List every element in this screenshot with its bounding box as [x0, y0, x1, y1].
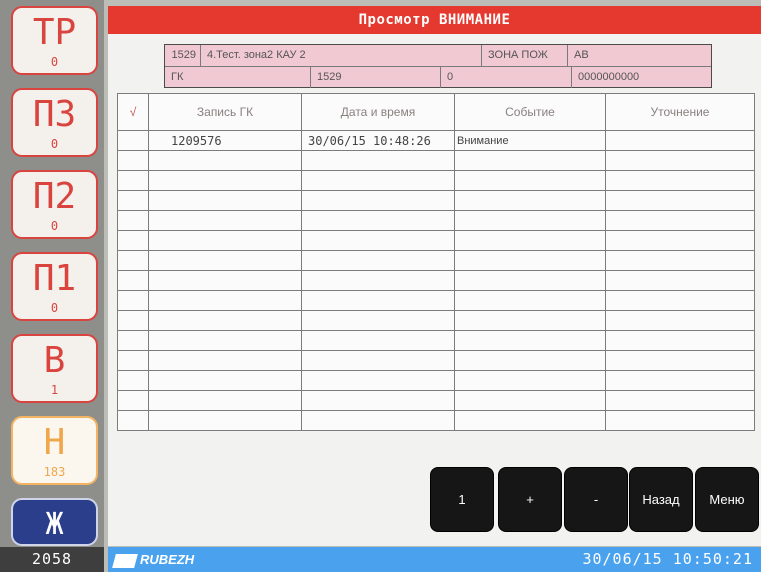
events-table: √ Запись ГК Дата и время Событие Уточнен…	[117, 93, 755, 431]
table-row-empty[interactable]	[117, 350, 755, 371]
journal-count: 2058	[0, 547, 104, 572]
status-code: П2	[32, 176, 77, 217]
status-code: Ж	[45, 507, 64, 542]
status-code: ТР	[32, 12, 77, 53]
menu-button[interactable]: Меню	[696, 468, 758, 531]
status-button-p2[interactable]: П2 0	[11, 170, 98, 239]
info-ab: АВ	[574, 49, 589, 61]
info-object-name: 4.Тест. зона2 КАУ 2	[201, 45, 482, 66]
status-count: 1	[50, 383, 59, 397]
table-row-empty[interactable]	[117, 250, 755, 271]
cell-detail	[605, 130, 755, 151]
status-code: П1	[32, 258, 77, 299]
status-count: 0	[50, 301, 59, 315]
logo-mark-icon	[112, 553, 138, 568]
status-bar: RUBEZH 30/06/15 10:50:21	[108, 547, 761, 572]
main-panel: Просмотр ВНИМАНИЕ 1529 4.Тест. зона2 КАУ…	[108, 6, 761, 546]
table-row-empty[interactable]	[117, 210, 755, 231]
table-row-empty[interactable]	[117, 330, 755, 351]
status-button-p1[interactable]: П1 0	[11, 252, 98, 321]
cell-event: Внимание	[454, 130, 606, 151]
table-row-empty[interactable]	[117, 390, 755, 411]
status-count: 0	[50, 55, 59, 69]
clock: 30/06/15 10:50:21	[582, 550, 753, 568]
status-button-zh[interactable]: Ж	[11, 498, 98, 546]
info-gk: ГК	[165, 67, 311, 88]
table-row-empty[interactable]	[117, 370, 755, 391]
status-count: 183	[43, 465, 66, 479]
header-record[interactable]: Запись ГК	[148, 93, 302, 131]
page-1-button[interactable]: 1	[431, 468, 493, 531]
header-detail[interactable]: Уточнение	[605, 93, 755, 131]
cell-check	[117, 130, 149, 151]
cell-record: 1209576	[148, 130, 302, 151]
page-title: Просмотр ВНИМАНИЕ	[108, 6, 761, 34]
logo-text: RUBEZH	[140, 552, 195, 567]
table-header-row: √ Запись ГК Дата и время Событие Уточнен…	[117, 93, 755, 131]
header-datetime[interactable]: Дата и время	[301, 93, 455, 131]
table-row-empty[interactable]	[117, 290, 755, 311]
header-check[interactable]: √	[117, 93, 149, 131]
status-button-v[interactable]: В 1	[11, 334, 98, 403]
table-row-empty[interactable]	[117, 150, 755, 171]
status-button-n[interactable]: Н 183	[11, 416, 98, 485]
status-count: 0	[50, 219, 59, 233]
table-row[interactable]: 1209576 30/06/15 10:48:26 Внимание	[117, 130, 755, 151]
minus-button[interactable]: -	[565, 468, 627, 531]
info-code: 0000000000	[578, 71, 640, 83]
info-gk-number: 1529	[311, 67, 441, 88]
table-row-empty[interactable]	[117, 270, 755, 291]
rubezh-logo: RUBEZH	[112, 551, 195, 568]
back-button[interactable]: Назад	[630, 468, 692, 531]
status-button-pz[interactable]: ПЗ 0	[11, 88, 98, 157]
info-number: 1529	[165, 45, 201, 66]
info-zone-type: ЗОНА ПОЖ	[482, 45, 568, 66]
cell-datetime: 30/06/15 10:48:26	[301, 130, 455, 151]
status-code: ПЗ	[32, 94, 77, 135]
status-count: 0	[50, 137, 59, 151]
status-code: Н	[43, 422, 66, 463]
status-button-tr[interactable]: ТР 0	[11, 6, 98, 75]
status-code: В	[43, 340, 66, 381]
status-sidebar: ТР 0 ПЗ 0 П2 0 П1 0 В 1 Н 183 Ж 2058	[0, 0, 104, 572]
object-info-panel: 1529 4.Тест. зона2 КАУ 2 ЗОНА ПОЖ АВ ГК …	[164, 44, 712, 88]
table-row-empty[interactable]	[117, 410, 755, 431]
table-row-empty[interactable]	[117, 170, 755, 191]
info-zero: 0	[441, 67, 572, 88]
plus-button[interactable]: +	[499, 468, 561, 531]
table-row-empty[interactable]	[117, 230, 755, 251]
table-row-empty[interactable]	[117, 310, 755, 331]
header-event[interactable]: Событие	[454, 93, 606, 131]
table-row-empty[interactable]	[117, 190, 755, 211]
